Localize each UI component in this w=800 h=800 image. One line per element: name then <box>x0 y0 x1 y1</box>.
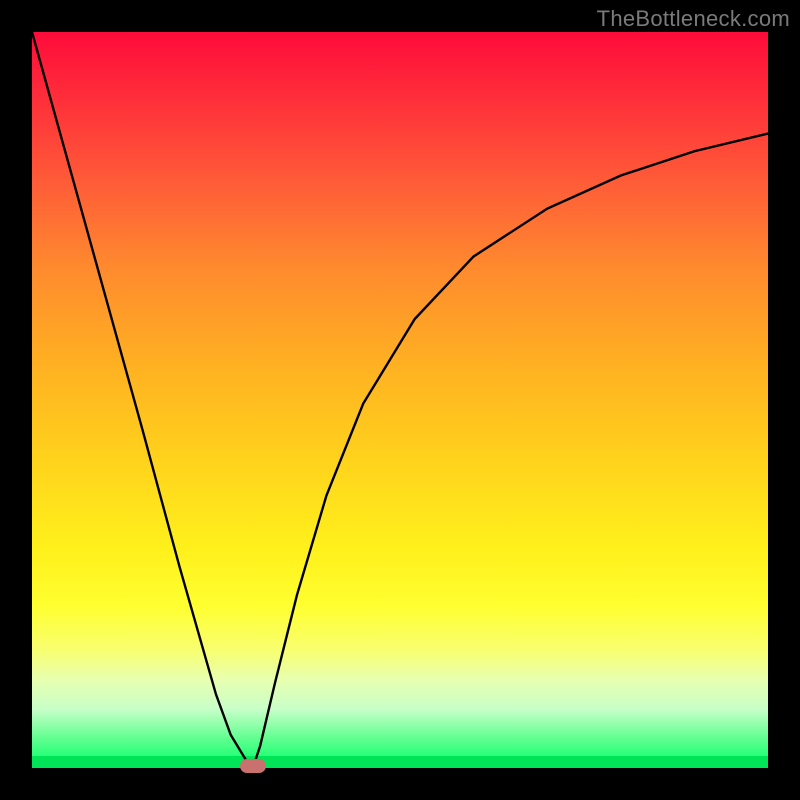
plot-area <box>32 32 768 768</box>
curve-right-branch <box>253 134 768 768</box>
minimum-marker <box>240 759 266 773</box>
bottleneck-curve <box>32 32 768 768</box>
curve-left-branch <box>32 32 253 768</box>
watermark-text: TheBottleneck.com <box>597 6 790 32</box>
chart-frame: TheBottleneck.com <box>0 0 800 800</box>
